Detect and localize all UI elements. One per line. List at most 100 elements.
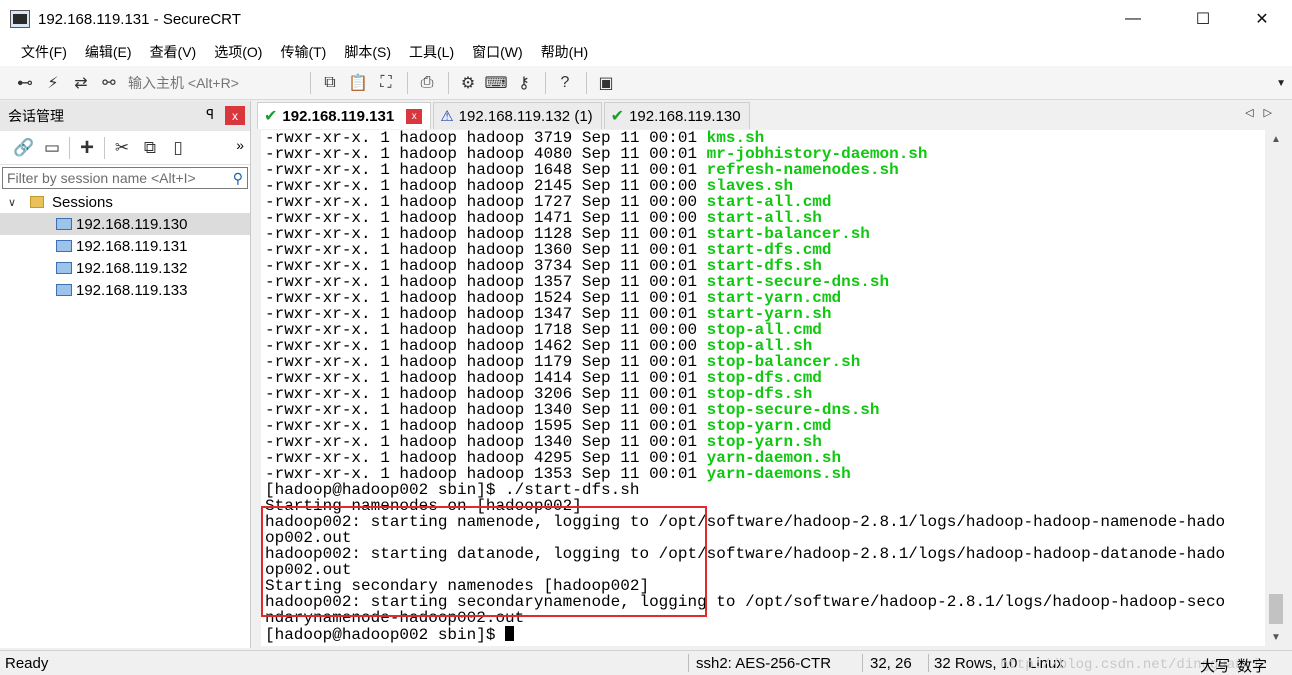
sessions-folder[interactable]: ∨ Sessions [0, 191, 250, 213]
link-icon[interactable]: 🔗 [10, 135, 38, 161]
session-item[interactable]: 192.168.119.133 [0, 279, 250, 301]
computer-icon [56, 284, 72, 296]
folder-icon [30, 196, 44, 208]
chevron-down-icon[interactable]: ∨ [8, 196, 26, 209]
search-icon[interactable]: ⚲ [233, 170, 243, 187]
keymap-icon[interactable]: ⌨ [483, 70, 509, 96]
new-window-icon[interactable]: ▭ [38, 135, 66, 161]
key-agent-icon[interactable]: ⚷ [511, 70, 537, 96]
status-bar: Ready ssh2: AES-256-CTR 32, 26 32 Rows, … [0, 650, 1292, 675]
menu-options[interactable]: 选项(O) [205, 42, 271, 62]
panel-close-button[interactable]: x [225, 106, 245, 125]
file-name: yarn-daemons.sh [706, 465, 851, 483]
session-toolbar: 🔗 ▭ + ✂ ⧉ ▯ » [0, 131, 250, 165]
session-filter-input[interactable] [3, 168, 221, 188]
terminal-line: -rwxr-xr-x. 1 hadoop hadoop 4080 Sep 11 … [261, 146, 1265, 162]
tab-label: 192.168.119.130 [629, 107, 741, 125]
tab-192-168-119-130[interactable]: ✔ 192.168.119.130 [603, 102, 750, 129]
maximize-button[interactable]: ☐ [1180, 0, 1226, 38]
terminal-scrollbar[interactable]: ▲ ▼ [1266, 130, 1286, 646]
tab-label: 192.168.119.131 [282, 107, 395, 125]
menu-bar: 文件(F) 编辑(E) 查看(V) 选项(O) 传输(T) 脚本(S) 工具(L… [0, 38, 1292, 66]
minimize-button[interactable]: — [1110, 0, 1156, 38]
main-toolbar: ⊷ ⚡ ⇄ ⚯ ⧉ 📋 ⛶ ⎙ ⚙ ⌨ ⚷ ? ▣ ▼ [0, 66, 1292, 100]
menu-help[interactable]: 帮助(H) [532, 42, 597, 62]
add-session-icon[interactable]: + [73, 134, 101, 161]
find-binoculars-icon[interactable]: ⛶ [373, 70, 399, 96]
cut-scissors-icon[interactable]: ✂ [108, 135, 136, 161]
session-item[interactable]: 192.168.119.130 [0, 213, 250, 235]
settings-gear-icon[interactable]: ⚙ [455, 70, 481, 96]
status-divider [688, 654, 689, 672]
sftp-image-icon[interactable]: ▣ [593, 70, 619, 96]
terminal-output[interactable]: -rwxr-xr-x. 1 hadoop hadoop 3719 Sep 11 … [261, 130, 1265, 646]
terminal-line: -rwxr-xr-x. 1 hadoop hadoop 1648 Sep 11 … [261, 162, 1265, 178]
quick-connect-icon[interactable]: ⚡ [40, 70, 66, 96]
scroll-thumb[interactable] [1269, 594, 1283, 624]
toolbar-overflow-icon[interactable]: ▼ [1276, 78, 1286, 89]
terminal-line: hadoop002: starting secondarynamenode, l… [265, 593, 1226, 611]
copy-icon[interactable]: ⧉ [136, 135, 164, 161]
terminal-line: -rwxr-xr-x. 1 hadoop hadoop 1179 Sep 11 … [261, 354, 1265, 370]
terminal-line: op002.out [265, 529, 352, 547]
menu-script[interactable]: 脚本(S) [335, 42, 400, 62]
session-item[interactable]: 192.168.119.131 [0, 235, 250, 257]
pin-icon[interactable]: ꟼ [206, 107, 214, 123]
session-manager-title: 会话管理 [8, 108, 64, 124]
securecrt-app-icon[interactable] [10, 10, 30, 28]
session-filter: ⚲ [2, 167, 248, 189]
session-label: 192.168.119.132 [76, 259, 188, 277]
terminal-line: [hadoop@hadoop002 sbin]$ ./start-dfs.sh [265, 481, 640, 499]
connect-tree-icon[interactable]: ⊷ [12, 70, 38, 96]
terminal-prompt: [hadoop@hadoop002 sbin]$ [265, 626, 506, 644]
menu-view[interactable]: 查看(V) [141, 42, 206, 62]
session-item[interactable]: 192.168.119.132 [0, 257, 250, 279]
terminal-cursor [505, 626, 515, 641]
terminal-line: -rwxr-xr-x. 1 hadoop hadoop 1462 Sep 11 … [261, 338, 1265, 354]
copy-icon[interactable]: ⧉ [317, 70, 343, 96]
terminal-line: Starting secondary namenodes [hadoop002] [265, 577, 650, 595]
terminal-line: -rwxr-xr-x. 1 hadoop hadoop 1595 Sep 11 … [261, 418, 1265, 434]
tab-scroll-arrows-icon[interactable]: ◁▷ [1245, 106, 1282, 119]
scroll-up-icon[interactable]: ▲ [1266, 130, 1286, 148]
terminal-line: Starting namenodes on [hadoop002] [265, 497, 582, 515]
terminal-line: -rwxr-xr-x. 1 hadoop hadoop 1340 Sep 11 … [261, 402, 1265, 418]
status-cursor-position: 32, 26 [870, 655, 912, 672]
terminal-line: -rwxr-xr-x. 1 hadoop hadoop 1357 Sep 11 … [261, 274, 1265, 290]
status-ready: Ready [5, 655, 49, 672]
session-tree: ∨ Sessions 192.168.119.130 192.168.119.1… [0, 189, 250, 301]
more-chevron-icon[interactable]: » [236, 137, 244, 153]
close-button[interactable]: ✕ [1239, 0, 1285, 38]
tab-close-icon[interactable]: x [406, 108, 423, 124]
reconnect-icon[interactable]: ⇄ [68, 70, 94, 96]
session-label: 192.168.119.131 [76, 237, 188, 255]
print-icon[interactable]: ⎙ [414, 70, 440, 96]
terminal-line: -rwxr-xr-x. 1 hadoop hadoop 1414 Sep 11 … [261, 370, 1265, 386]
paste-icon[interactable]: 📋 [345, 70, 371, 96]
terminal-line: -rwxr-xr-x. 1 hadoop hadoop 2145 Sep 11 … [261, 178, 1265, 194]
terminal-line: -rwxr-xr-x. 1 hadoop hadoop 1128 Sep 11 … [261, 226, 1265, 242]
status-divider [928, 654, 929, 672]
host-input[interactable] [124, 74, 304, 91]
toolbar-separator [104, 136, 105, 159]
status-cipher: ssh2: AES-256-CTR [696, 655, 832, 672]
menu-transfer[interactable]: 传输(T) [271, 42, 335, 62]
menu-window[interactable]: 窗口(W) [463, 42, 532, 62]
terminal-line: hadoop002: starting namenode, logging to… [265, 513, 1226, 531]
terminal-line: hadoop002: starting datanode, logging to… [265, 545, 1226, 563]
terminal-line: -rwxr-xr-x. 1 hadoop hadoop 4295 Sep 11 … [261, 450, 1265, 466]
terminal-line: op002.out [265, 561, 352, 579]
terminal-prompt-line: [hadoop@hadoop002 sbin]$ [261, 626, 1265, 644]
scroll-down-icon[interactable]: ▼ [1266, 628, 1286, 646]
tab-192-168-119-131[interactable]: ✔ 192.168.119.131 x [257, 102, 432, 129]
terminal-line: -rwxr-xr-x. 1 hadoop hadoop 3719 Sep 11 … [261, 130, 1265, 146]
disconnect-link-icon[interactable]: ⚯ [96, 70, 122, 96]
terminal-line: -rwxr-xr-x. 1 hadoop hadoop 1718 Sep 11 … [261, 322, 1265, 338]
menu-file[interactable]: 文件(F) [12, 42, 76, 62]
menu-edit[interactable]: 编辑(E) [76, 42, 141, 62]
terminal-line: -rwxr-xr-x. 1 hadoop hadoop 1524 Sep 11 … [261, 290, 1265, 306]
help-question-icon[interactable]: ? [552, 70, 578, 96]
menu-tools[interactable]: 工具(L) [400, 42, 463, 62]
tab-192-168-119-132[interactable]: ⚠ 192.168.119.132 (1) [433, 102, 602, 129]
paste-icon[interactable]: ▯ [164, 135, 192, 161]
